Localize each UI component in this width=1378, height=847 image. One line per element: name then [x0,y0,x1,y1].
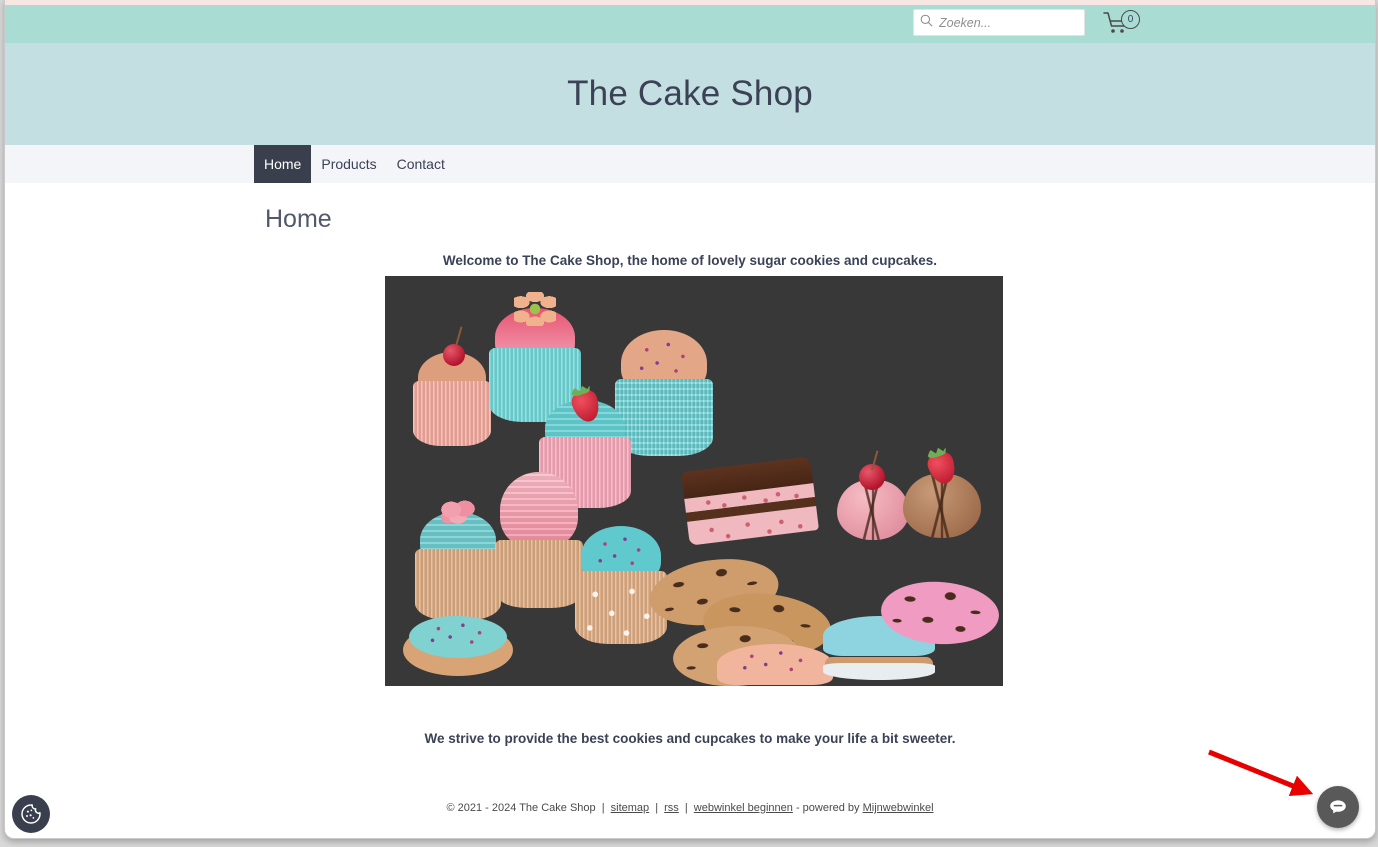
cookie-teal-sprinkles [403,616,513,676]
cupcake-pink-swirl [495,472,583,608]
browser-page: 0 The Cake Shop Home Products Contact Ho… [4,0,1376,839]
utility-bar: 0 [5,5,1375,43]
page-title: Home [265,205,332,233]
macaron-pink [717,644,833,686]
cart-count-badge: 0 [1121,10,1140,29]
footer-rss-link[interactable]: rss [664,802,679,814]
footer-webshop-link[interactable]: webwinkel beginnen [694,802,793,814]
footer-copyright: © 2021 - 2024 The Cake Shop [446,802,596,814]
cart-button[interactable]: 0 [1103,10,1143,38]
footer-sep-1: | [601,802,605,814]
footer-sitemap-link[interactable]: sitemap [611,802,650,814]
search-icon [920,14,933,32]
intro-text: Welcome to The Cake Shop, the home of lo… [442,253,938,268]
outro-text: We strive to provide the best cookies an… [424,731,956,746]
footer-powered-by: - powered by [795,802,860,814]
nav-item-home[interactable]: Home [254,145,312,183]
cake-slice [680,456,820,546]
main-navigation: Home Products Contact [5,145,1375,183]
chat-button[interactable] [1317,786,1359,828]
footer-sep-2: | [655,802,659,814]
truffle-chocolate-strawberry [903,456,981,538]
cupcake-teal-rosette [415,498,501,620]
footer-provider-link[interactable]: Mijnwebwinkel [863,802,934,814]
page-content: Home Welcome to The Cake Shop, the home … [5,183,1375,838]
footer: © 2021 - 2024 The Cake Shop | sitemap | … [5,802,1375,814]
cookie-icon [21,804,41,824]
nav-item-contact[interactable]: Contact [387,145,455,183]
truffle-pink-cherry [837,450,909,540]
shop-title: The Cake Shop [567,74,813,113]
chat-bubble-icon [1330,800,1346,814]
cupcakes-and-cookies-illustration [385,276,1003,686]
nav-item-products-label: Products [321,156,377,172]
screen: 0 The Cake Shop Home Products Contact Ho… [0,0,1378,847]
nav-item-products[interactable]: Products [311,145,386,183]
cupcake-pink-cherry [413,326,491,446]
nav-item-contact-label: Contact [396,156,445,172]
footer-sep-3: | [684,802,688,814]
nav-item-home-label: Home [264,156,302,172]
cupcake-teal-sprinkles [575,518,667,644]
search-box[interactable] [913,9,1085,36]
cookie-settings-button[interactable] [12,795,50,833]
shop-header: The Cake Shop [5,43,1375,145]
search-input[interactable] [939,15,1078,30]
